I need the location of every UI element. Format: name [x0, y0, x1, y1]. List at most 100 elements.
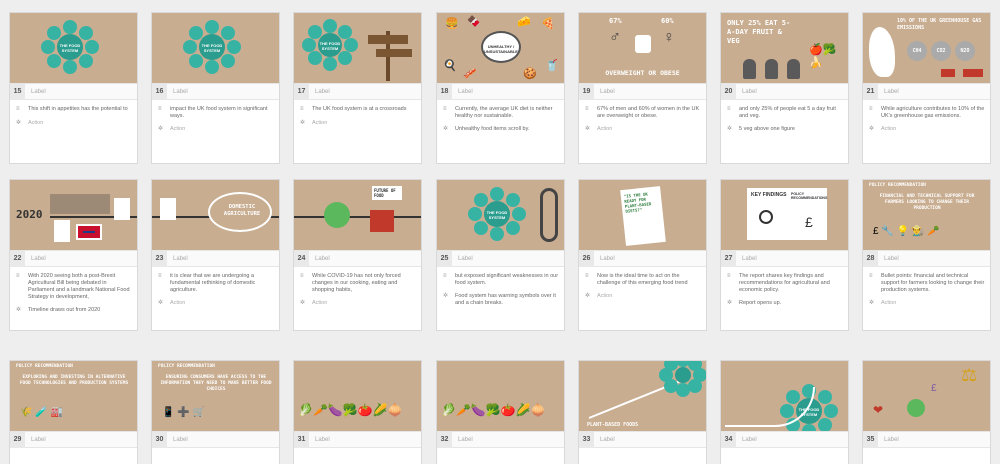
storyboard-card[interactable]: 🥬🥕🍆🥦🍅🌽🧅 32 Label [436, 360, 565, 464]
slide-thumbnail[interactable]: POLICY RECOMMENDATION EXPLORING AND INVES… [10, 361, 137, 431]
action-field[interactable]: ✲ Action [152, 294, 279, 308]
frame-label[interactable]: Label [458, 84, 473, 100]
storyboard-card[interactable]: 67% 60% ♂ ♀ OVERWEIGHT OR OBESE 19 Label ≡ 67% o… [578, 12, 707, 164]
policy-title: FINANCIAL AND TECHNICAL SUPPORT FOR FARM… [879, 194, 975, 211]
slide-thumbnail[interactable]: ONLY 25% EAT 5-A-DAY FRUIT & VEG 🍎🥦🍌 [721, 13, 848, 83]
system-node [505, 192, 520, 207]
frame-label[interactable]: Label [173, 84, 188, 100]
storyboard-card[interactable]: PLANT-BASED FOODS 33 Label [578, 360, 707, 464]
slide-thumbnail[interactable]: PLANT-BASED FOODS [579, 361, 706, 431]
slide-thumbnail[interactable]: THE FOOD SYSTEM [294, 13, 421, 83]
frame-number: 22 [10, 251, 25, 267]
action-field[interactable]: ✲ 5 veg above one figure [721, 120, 848, 134]
storyboard-card[interactable]: ONLY 25% EAT 5-A-DAY FRUIT & VEG 🍎🥦🍌 20 Lab… [720, 12, 849, 164]
system-node [505, 221, 520, 236]
narration-field[interactable]: ≡ While agriculture contributes to 10% of… [863, 100, 990, 120]
narration-field[interactable]: ≡ impact the UK food system in significan… [152, 100, 279, 120]
storyboard-card[interactable]: 🥬🥕🍆🥦🍅🌽🧅 31 Label [293, 360, 422, 464]
action-field[interactable]: ✲ Report opens up. [721, 294, 848, 308]
storyboard-card[interactable]: THE FOOD SYSTEM 25 Label ≡ but exposed signi… [436, 179, 565, 331]
frame-label[interactable]: Label [742, 251, 757, 267]
narration-field[interactable]: ≡ The UK food system is at a crossroads [294, 100, 421, 114]
action-field[interactable]: ✲ Action [863, 120, 990, 134]
frame-label[interactable]: Label [31, 251, 46, 267]
narration-field[interactable]: ≡ Currently, the average UK diet is neith… [437, 100, 564, 120]
frame-label[interactable]: Label [458, 251, 473, 267]
slide-thumbnail[interactable]: DOMESTIC AGRICULTURE [152, 180, 279, 250]
slide-thumbnail[interactable]: "IS THE UK READY FOR PLANT-BASED DIETS?" [579, 180, 706, 250]
narration-field[interactable]: ≡ With 2020 seeing both a post-Brexit Agr… [10, 267, 137, 301]
action-field[interactable]: ✲ Action [863, 294, 990, 308]
action-field[interactable]: ✲ Action [10, 114, 137, 128]
frame-label[interactable]: Label [315, 432, 330, 448]
narration-field[interactable]: ≡ This shift in appetites has the potenti… [10, 100, 137, 114]
action-field[interactable]: ✲ Unhealthy food items scroll by. [437, 120, 564, 134]
storyboard-card[interactable]: 10% OF THE UK GREENHOUSE GAS EMISSIONS CH… [862, 12, 991, 164]
slide-thumbnail[interactable]: THE FOOD SYSTEM [721, 361, 848, 431]
slide-thumbnail[interactable]: POLICY RECOMMENDATION FINANCIAL AND TECHN… [863, 180, 990, 250]
action-field[interactable]: ✲ Action [579, 287, 706, 301]
storyboard-card[interactable]: FUTURE OF FOOD 24 Label ≡ While COVID-19 has… [293, 179, 422, 331]
slide-thumbnail[interactable]: THE FOOD SYSTEM [152, 13, 279, 83]
action-field[interactable]: ✲ Action [152, 120, 279, 134]
action-field[interactable]: ✲ Action [294, 114, 421, 128]
narration-field[interactable]: ≡ Bullet points: financial and technical … [863, 267, 990, 294]
frame-label[interactable]: Label [884, 251, 899, 267]
narration-field[interactable]: ≡ Now is the ideal time to act on the cha… [579, 267, 706, 287]
storyboard-card[interactable]: UNHEALTHY / UNSUSTAINABLE 🍔 🍫 🧀 🍕 🍳 🥓 🍪 🥤 18 Label… [436, 12, 565, 164]
slide-thumbnail[interactable]: 2020 [10, 180, 137, 250]
action-field[interactable]: ✲ Action [294, 294, 421, 308]
storyboard-card[interactable]: THE FOOD SYSTEM 16 Label ≡ impact the UK foo… [151, 12, 280, 164]
slide-thumbnail[interactable]: THE FOOD SYSTEM [437, 180, 564, 250]
slide-thumbnail[interactable]: 10% OF THE UK GREENHOUSE GAS EMISSIONS CH… [863, 13, 990, 83]
storyboard-card[interactable]: 2020 22 Label ≡ With 2020 seeing both a post… [9, 179, 138, 331]
storyboard-card[interactable]: THE FOOD SYSTEM 17 Label ≡ The UK food syste… [293, 12, 422, 164]
frame-label[interactable]: Label [742, 432, 757, 448]
frame-label[interactable]: Label [315, 251, 330, 267]
frame-label[interactable]: Label [31, 432, 46, 448]
narration-field[interactable]: ≡ and only 25% of people eat 5 a day frui… [721, 100, 848, 120]
storyboard-card[interactable]: DOMESTIC AGRICULTURE 23 Label ≡ it is clear … [151, 179, 280, 331]
narration-field[interactable]: ≡ but exposed significant weaknesses in o… [437, 267, 564, 287]
slide-thumbnail[interactable]: 🥬🥕🍆🥦🍅🌽🧅 [437, 361, 564, 431]
slide-thumbnail[interactable]: FUTURE OF FOOD [294, 180, 421, 250]
narration-field[interactable]: ≡ 67% of men and 60% of women in the UK a… [579, 100, 706, 120]
frame-label[interactable]: Label [173, 432, 188, 448]
frame-label[interactable]: Label [884, 84, 899, 100]
action-field[interactable]: ✲ Timeline draws out from 2020 [10, 301, 137, 315]
slide-thumbnail[interactable]: POLICY RECOMMENDATION ENSURING CONSUMERS … [152, 361, 279, 431]
frame-label[interactable]: Label [458, 432, 473, 448]
frame-label[interactable]: Label [173, 251, 188, 267]
frame-label[interactable]: Label [600, 432, 615, 448]
slide-thumbnail[interactable]: KEY FINDINGS POLICY RECOMMENDATIONS £ [721, 180, 848, 250]
slide-thumbnail[interactable]: 🥬🥕🍆🥦🍅🌽🧅 [294, 361, 421, 431]
frame-label[interactable]: Label [884, 432, 899, 448]
storyboard-card[interactable]: POLICY RECOMMENDATION ENSURING CONSUMERS … [151, 360, 280, 464]
storyboard-card[interactable]: THE FOOD SYSTEM 34 Label [720, 360, 849, 464]
slide-thumbnail[interactable]: THE FOOD SYSTEM [10, 13, 137, 83]
slide-thumbnail[interactable]: 67% 60% ♂ ♀ OVERWEIGHT OR OBESE [579, 13, 706, 83]
system-node [220, 25, 235, 40]
storyboard-card[interactable]: "IS THE UK READY FOR PLANT-BASED DIETS?"… [578, 179, 707, 331]
narration-field[interactable]: ≡ While COVID-19 has not only forced chan… [294, 267, 421, 294]
frame-number: 29 [10, 432, 25, 448]
slide-thumbnail[interactable]: UNHEALTHY / UNSUSTAINABLE 🍔 🍫 🧀 🍕 🍳 🥓 🍪 🥤 [437, 13, 564, 83]
frame-label[interactable]: Label [600, 84, 615, 100]
system-node [344, 38, 358, 52]
frame-label[interactable]: Label [315, 84, 330, 100]
storyboard-card[interactable]: POLICY RECOMMENDATION FINANCIAL AND TECHN… [862, 179, 991, 331]
policy-icons: £ 🔧 💡 👨‍🌾 🥕 [873, 226, 940, 237]
action-field[interactable]: ✲ Food system has warning symbols over it… [437, 287, 564, 307]
narration-field[interactable]: ≡ The report shares key findings and reco… [721, 267, 848, 294]
frame-label[interactable]: Label [742, 84, 757, 100]
storyboard-card[interactable]: POLICY RECOMMENDATION EXPLORING AND INVES… [9, 360, 138, 464]
storyboard-card[interactable]: THE FOOD SYSTEM 15 Label ≡ This shift in app… [9, 12, 138, 164]
action-field[interactable]: ✲ Action [579, 120, 706, 134]
storyboard-card[interactable]: KEY FINDINGS POLICY RECOMMENDATIONS £27 Lab… [720, 179, 849, 331]
slide-thumbnail[interactable]: ❤ £ ⚖ [863, 361, 990, 431]
system-node [78, 25, 93, 40]
narration-field[interactable]: ≡ it is clear that we are undergoing a fu… [152, 267, 279, 294]
storyboard-card[interactable]: ❤ £ ⚖ 35 Label [862, 360, 991, 464]
frame-label[interactable]: Label [31, 84, 46, 100]
frame-label[interactable]: Label [600, 251, 615, 267]
